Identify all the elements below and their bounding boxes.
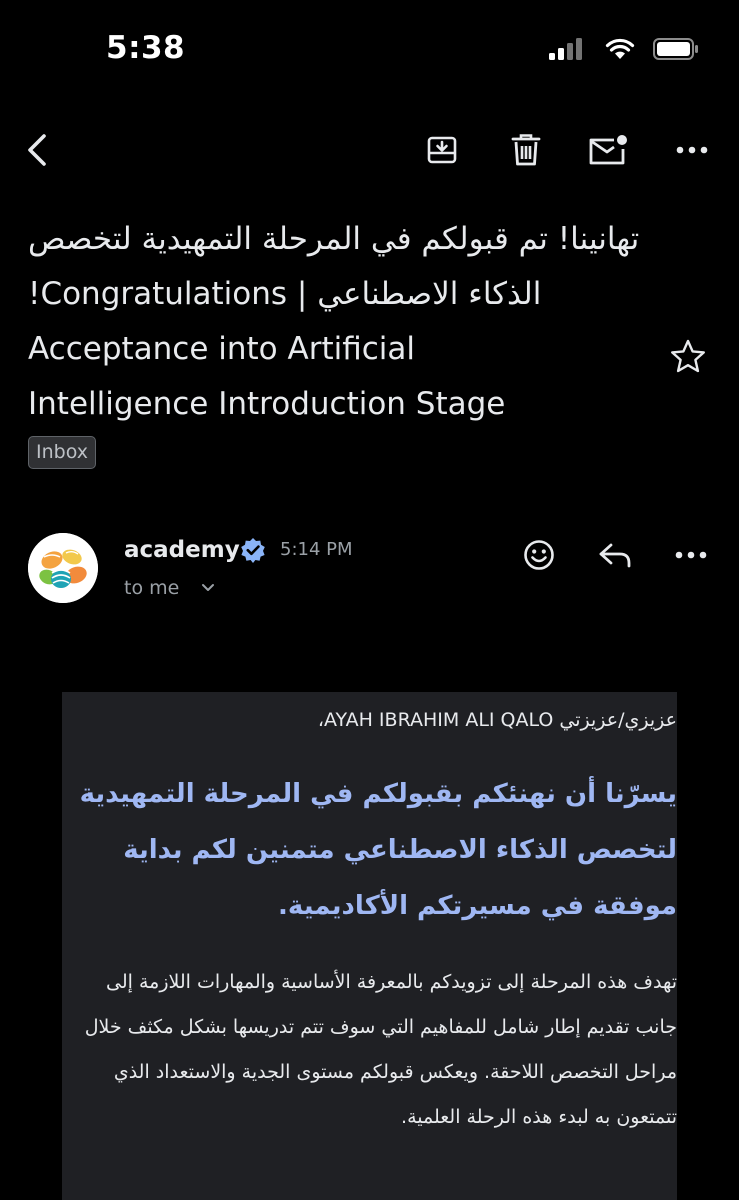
academy-logo-icon xyxy=(28,533,98,603)
message-content: عزيزي/عزيزتي AYAH IBRAHIM ALI QALO، يسرّ… xyxy=(62,692,677,1140)
emoji-icon xyxy=(524,540,554,570)
sender-name[interactable]: academy xyxy=(124,537,240,563)
star-button[interactable] xyxy=(666,334,710,378)
status-time: 5:38 xyxy=(106,30,186,66)
inbox-label[interactable]: Inbox xyxy=(28,436,96,469)
subject-english-line-1: Acceptance into Artificial xyxy=(28,331,416,367)
subject-arabic-line: تهانينا! تم قبولكم في المرحلة التمهيدية … xyxy=(28,221,640,312)
sent-time: 5:14 PM xyxy=(280,539,353,560)
reply-button[interactable] xyxy=(590,533,640,577)
message-more-button[interactable] xyxy=(666,533,716,577)
battery-icon xyxy=(653,38,698,60)
wifi-icon xyxy=(605,38,635,59)
status-icons xyxy=(549,38,699,60)
delete-button[interactable] xyxy=(498,120,554,180)
verified-badge-icon xyxy=(240,537,266,567)
greeting-line: عزيزي/عزيزتي AYAH IBRAHIM ALI QALO، xyxy=(317,709,677,731)
more-options-button[interactable] xyxy=(664,120,720,180)
mail-unread-icon xyxy=(589,135,627,165)
highlight-paragraph: يسرّنا أن نهنئكم بقبولكم في المرحلة التم… xyxy=(79,779,677,921)
status-bar: 5:38 xyxy=(0,0,739,100)
cellular-signal-icon xyxy=(549,38,582,60)
more-horizontal-icon xyxy=(675,551,707,559)
body-paragraph: تهدف هذه المرحلة إلى تزويدكم بالمعرفة ال… xyxy=(84,971,677,1128)
chevron-down-icon xyxy=(202,584,215,591)
email-toolbar xyxy=(0,120,739,180)
sender-avatar[interactable] xyxy=(28,533,98,603)
message-body: عزيزي/عزيزتي AYAH IBRAHIM ALI QALO، يسرّ… xyxy=(62,692,677,1200)
trash-icon xyxy=(511,134,541,166)
chevron-left-icon xyxy=(28,134,46,166)
email-subject: تهانينا! تم قبولكم في المرحلة التمهيدية … xyxy=(28,212,668,432)
more-horizontal-icon xyxy=(676,146,708,154)
add-reaction-button[interactable] xyxy=(514,533,564,577)
star-outline-icon xyxy=(671,339,705,373)
subject-english-line-2: Intelligence Introduction Stage xyxy=(28,386,506,422)
recipient-label: to me xyxy=(124,577,180,599)
reply-icon xyxy=(599,543,631,568)
archive-icon xyxy=(427,136,457,164)
back-button[interactable] xyxy=(10,120,66,180)
mark-unread-button[interactable] xyxy=(580,120,636,180)
recipient-toggle[interactable]: to me xyxy=(124,577,215,599)
archive-button[interactable] xyxy=(414,120,470,180)
sender-row: academy 5:14 PM to me xyxy=(0,515,739,615)
